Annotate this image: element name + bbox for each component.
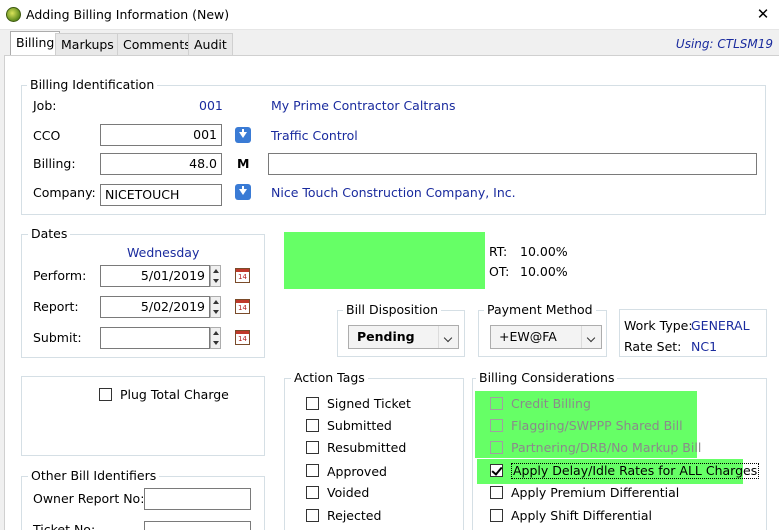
billing-unit: M (237, 156, 250, 171)
rejected-label: Rejected (327, 508, 382, 523)
partnering-label: Partnering/DRB/No Markup Bill (511, 440, 702, 455)
resubmitted-checkbox[interactable] (306, 441, 319, 454)
credit-billing-label: Credit Billing (511, 396, 591, 411)
window-title: Adding Billing Information (New) (26, 7, 230, 22)
job-description: My Prime Contractor Caltrans (271, 98, 456, 113)
perform-label: Perform: (33, 268, 87, 283)
billing-considerations-title: Billing Considerations (476, 370, 618, 385)
perform-spinner[interactable] (210, 265, 221, 287)
tab-strip: Billing Markups Comments Audit (0, 30, 779, 56)
dates-title: Dates (28, 226, 71, 241)
flagging-label: Flagging/SWPPP Shared Bill (511, 418, 683, 433)
work-type-label: Work Type: (624, 318, 693, 333)
perform-calendar-icon[interactable]: 14 (235, 268, 250, 283)
app-icon (6, 7, 21, 22)
job-label: Job: (33, 98, 57, 113)
cco-description: Traffic Control (271, 128, 358, 143)
voided-checkbox[interactable] (306, 486, 319, 499)
payment-method-select[interactable]: +EW@FA (490, 325, 602, 349)
approved-checkbox[interactable] (306, 464, 319, 477)
billing-input[interactable]: 48.0 (100, 153, 222, 175)
billing-label: Billing: (33, 156, 76, 171)
work-type-value: GENERAL (691, 318, 750, 333)
tab-billing[interactable]: Billing (10, 31, 61, 56)
premium-differential-checkbox[interactable] (490, 486, 503, 499)
owner-report-input[interactable] (144, 488, 251, 510)
payment-method-title: Payment Method (484, 302, 596, 317)
submit-date-input[interactable] (100, 327, 210, 349)
tab-comments[interactable]: Comments (117, 33, 197, 56)
signed-ticket-checkbox[interactable] (306, 397, 319, 410)
bill-disposition-title: Bill Disposition (343, 302, 442, 317)
report-date-input[interactable]: 5/02/2019 (100, 296, 210, 318)
shift-differential-label: Apply Shift Differential (511, 508, 653, 523)
bill-disposition-value: Pending (357, 329, 415, 344)
approved-label: Approved (327, 464, 387, 479)
rejected-checkbox[interactable] (306, 509, 319, 522)
action-tags-title: Action Tags (291, 370, 368, 385)
ot-label: OT: (489, 264, 510, 279)
redacted-highlight (284, 232, 485, 289)
title-bar: Adding Billing Information (New) ✕ (0, 0, 779, 30)
rate-set-value: NC1 (691, 339, 718, 354)
flagging-checkbox[interactable] (490, 419, 503, 432)
plug-total-label: Plug Total Charge (120, 387, 229, 402)
company-description: Nice Touch Construction Company, Inc. (271, 185, 516, 200)
report-label: Report: (33, 299, 79, 314)
report-spinner[interactable] (210, 296, 221, 318)
close-button[interactable]: ✕ (753, 5, 773, 23)
submitted-label: Submitted (327, 418, 392, 433)
tab-markups[interactable]: Markups (55, 33, 120, 56)
plug-total-checkbox[interactable] (99, 388, 112, 401)
bill-disposition-select[interactable]: Pending (348, 325, 459, 349)
delay-idle-checkbox[interactable] (490, 464, 503, 477)
ot-value: 10.00% (520, 264, 568, 279)
payment-method-value: +EW@FA (499, 329, 557, 344)
rate-set-label: Rate Set: (624, 339, 682, 354)
rt-label: RT: (489, 244, 508, 259)
submit-calendar-icon[interactable]: 14 (235, 330, 250, 345)
other-identifiers-title: Other Bill Identifiers (28, 468, 160, 483)
chevron-down-icon (581, 326, 601, 348)
ticket-label: Ticket No: (33, 522, 96, 530)
weekday-label: Wednesday (127, 245, 200, 260)
company-label: Company: (33, 185, 96, 200)
voided-label: Voided (327, 485, 370, 500)
cco-label: CCO (33, 128, 61, 143)
company-lookup-icon[interactable] (235, 184, 251, 200)
tab-audit[interactable]: Audit (188, 33, 233, 56)
owner-report-label: Owner Report No: (33, 491, 145, 506)
submitted-checkbox[interactable] (306, 419, 319, 432)
rt-value: 10.00% (520, 244, 568, 259)
chevron-down-icon (438, 326, 458, 348)
signed-ticket-label: Signed Ticket (327, 396, 411, 411)
shift-differential-checkbox[interactable] (490, 509, 503, 522)
cco-lookup-icon[interactable] (235, 127, 251, 143)
premium-differential-label: Apply Premium Differential (511, 485, 680, 500)
billing-identification-title: Billing Identification (27, 77, 158, 92)
submit-label: Submit: (33, 330, 82, 345)
company-input[interactable]: NICETOUCH (100, 184, 222, 206)
job-value: 001 (199, 98, 223, 113)
partnering-checkbox[interactable] (490, 441, 503, 454)
perform-date-input[interactable]: 5/01/2019 (100, 265, 210, 287)
cco-input[interactable]: 001 (100, 124, 222, 146)
resubmitted-label: Resubmitted (327, 440, 407, 455)
billing-description-input[interactable] (268, 153, 757, 175)
credit-billing-checkbox[interactable] (490, 397, 503, 410)
ticket-input[interactable] (144, 521, 251, 530)
submit-spinner[interactable] (210, 327, 221, 349)
using-label: Using: CTLSM19 (675, 37, 773, 51)
delay-idle-label: Apply Delay/Idle Rates for ALL Charges (511, 463, 760, 479)
report-calendar-icon[interactable]: 14 (235, 299, 250, 314)
